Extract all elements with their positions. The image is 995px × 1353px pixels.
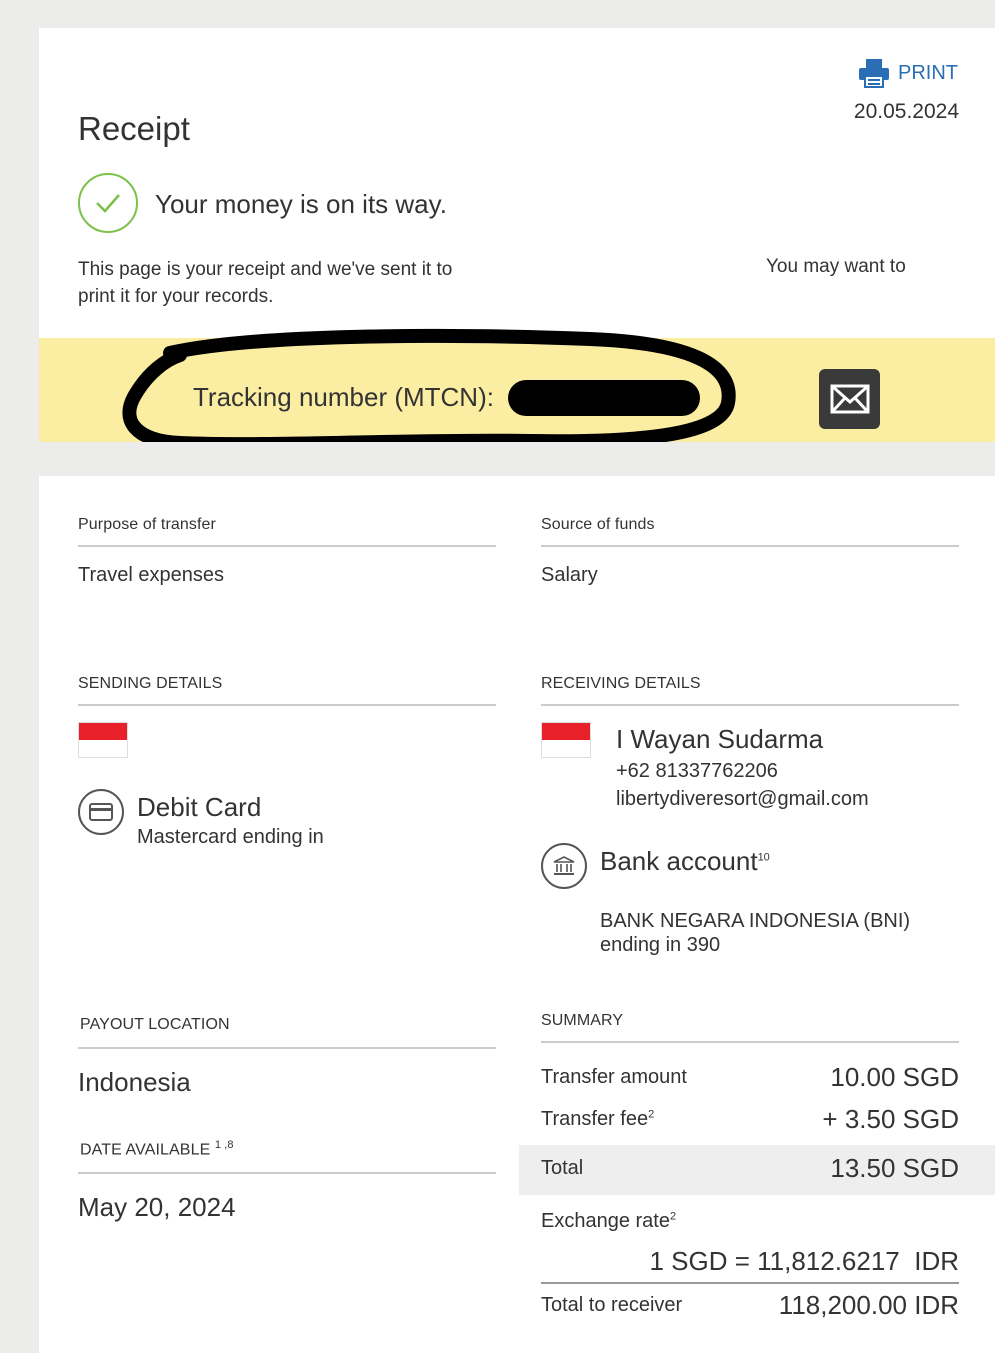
transfer-fee-label: Transfer fee2 (541, 1108, 655, 1130)
purpose-value: Travel expenses (78, 564, 224, 586)
intro-text: This page is your receipt and we've sent… (78, 256, 498, 310)
transfer-amount-row: Transfer amount 10.00 SGD (541, 1062, 959, 1093)
divider (541, 1041, 959, 1043)
receiving-details-label: RECEIVING DETAILS (541, 675, 701, 692)
total-to-receiver-row: Total to receiver 118,200.00 IDR (541, 1290, 959, 1321)
bank-name: BANK NEGARA INDONESIA (BNI) (600, 910, 911, 932)
payout-location-label: PAYOUT LOCATION (80, 1016, 230, 1033)
intro-line-1: This page is your receipt and we've sent… (78, 259, 453, 280)
intro-text-right: You may want to (766, 256, 906, 277)
singapore-flag-icon (78, 722, 128, 758)
transfer-amount-value: 10.00 SGD (830, 1062, 959, 1092)
divider (78, 545, 496, 547)
indonesia-flag-icon (541, 722, 591, 758)
transfer-fee-value: + 3.50 SGD (822, 1104, 959, 1134)
envelope-icon (830, 384, 869, 414)
footnote-marker: 2 (669, 1210, 677, 1223)
divider (78, 1172, 496, 1174)
page-title: Receipt (78, 110, 190, 147)
intro-line-2: print it for your records. (78, 286, 274, 307)
divider (541, 704, 959, 706)
bank-ending: ending in 390 (600, 934, 721, 956)
purpose-label: Purpose of transfer (78, 516, 216, 533)
divider (541, 545, 959, 547)
sending-method-title: Debit Card (137, 792, 262, 822)
footnote-marker: 1 ,8 (214, 1139, 234, 1151)
divider (541, 1282, 959, 1284)
receiver-name: I Wayan Sudarma (616, 724, 824, 754)
date-available-value: May 20, 2024 (78, 1192, 236, 1222)
print-button[interactable]: PRINT (858, 58, 958, 88)
footnote-marker: 2 (648, 1108, 655, 1121)
total-to-receiver-value: 118,200.00 IDR (778, 1290, 959, 1320)
exchange-rate-label: Exchange rate2 (541, 1210, 677, 1232)
print-label: PRINT (898, 61, 958, 84)
sending-details-label: SENDING DETAILS (78, 675, 223, 692)
receiving-method-title: Bank account10 (600, 846, 770, 876)
summary-label: SUMMARY (541, 1012, 624, 1029)
debit-card-icon (78, 789, 124, 835)
exchange-rate-value: 1 SGD = 11,812.6217 IDR (649, 1246, 959, 1276)
total-row: Total 13.50 SGD (541, 1153, 959, 1184)
payout-location-value: Indonesia (78, 1067, 191, 1097)
divider (78, 704, 496, 706)
bank-icon (541, 843, 587, 889)
receiver-phone: +62 81337762206 (616, 760, 778, 782)
source-label: Source of funds (541, 516, 655, 533)
transfer-fee-row: Transfer fee2 + 3.50 SGD (541, 1104, 959, 1135)
divider (78, 1047, 496, 1049)
total-label: Total (541, 1157, 584, 1179)
email-receipt-button[interactable] (819, 369, 880, 429)
footnote-marker: 10 (757, 851, 770, 864)
status-headline: Your money is on its way. (155, 189, 447, 219)
total-value: 13.50 SGD (830, 1153, 959, 1183)
total-to-receiver-label: Total to receiver (541, 1294, 683, 1316)
printer-icon (859, 59, 889, 88)
section-divider (39, 442, 995, 476)
success-check-icon (78, 173, 138, 233)
date-available-label: DATE AVAILABLE 1 ,8 (80, 1139, 234, 1159)
source-value: Salary (541, 564, 598, 586)
transfer-amount-label: Transfer amount (541, 1066, 687, 1088)
sending-method-sub: Mastercard ending in (137, 826, 324, 848)
receipt-date: 20.05.2024 (853, 100, 959, 123)
receiver-email: libertydiveresort@gmail.com (616, 788, 869, 810)
